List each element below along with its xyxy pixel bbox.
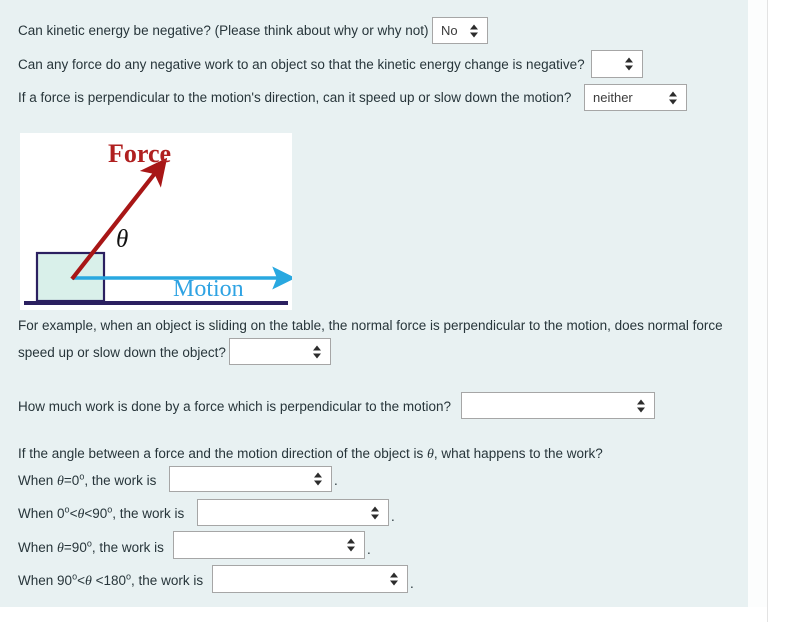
case-theta-0-condition: θ=0o xyxy=(57,471,85,489)
question-3-text: If a force is perpendicular to the motio… xyxy=(18,90,572,105)
angle-intro-symbol: θ xyxy=(427,447,434,462)
case-theta-0-period: . xyxy=(334,473,338,488)
angle-intro-prefix: If the angle between a force and the mot… xyxy=(18,446,428,461)
case-theta-0-90-select[interactable] xyxy=(197,499,389,526)
angle-label: θ xyxy=(116,226,128,253)
case-theta-0-90-period: . xyxy=(391,509,395,524)
chevron-updown-icon xyxy=(469,24,478,37)
panel-right-gutter xyxy=(748,0,767,607)
worksheet-page: Can kinetic energy be negative? (Please … xyxy=(0,0,800,622)
force-motion-diagram: Force Motion θ xyxy=(20,133,292,310)
chevron-updown-icon xyxy=(346,538,355,552)
case-lead-suffix: , the work is xyxy=(84,473,157,488)
chevron-updown-icon xyxy=(313,472,322,486)
case-lead-suffix: , the work is xyxy=(131,573,204,588)
chevron-updown-icon xyxy=(312,345,321,358)
case-lead-suffix: , the work is xyxy=(91,540,164,555)
force-label: Force xyxy=(108,139,171,168)
case-theta-90-180-period: . xyxy=(410,576,414,591)
example-select[interactable] xyxy=(229,338,331,365)
case-lead-suffix: , the work is xyxy=(112,506,185,521)
angle-intro-suffix: , what happens to the work? xyxy=(433,446,603,461)
scrollbar-edge-rule[interactable] xyxy=(767,0,768,622)
case-lead-prefix: When xyxy=(18,540,58,555)
chevron-updown-icon xyxy=(370,506,379,519)
question-1-text: Can kinetic energy be negative? (Please … xyxy=(18,23,429,38)
case-theta-90-180-label: When 90o<θ <180o, the work is xyxy=(18,572,203,590)
case-lead-prefix: When xyxy=(18,473,58,488)
question-1-select-value: No xyxy=(441,23,458,38)
case-theta-90-180-condition: 90o<θ <180o xyxy=(57,571,132,589)
case-theta-0-label: When θ=0o, the work is xyxy=(18,472,156,490)
motion-label: Motion xyxy=(173,276,244,302)
case-theta-0-select[interactable] xyxy=(169,466,332,492)
case-theta-90-condition: θ=90o xyxy=(57,538,92,556)
question-1-select[interactable]: No xyxy=(432,17,488,44)
case-lead-prefix: When xyxy=(18,573,58,588)
chevron-updown-icon xyxy=(624,57,633,71)
chevron-updown-icon xyxy=(389,572,398,586)
case-theta-0-90-label: When 0o<θ<90o, the work is xyxy=(18,505,184,523)
work-question-text: How much work is done by a force which i… xyxy=(18,399,451,414)
force-arrow xyxy=(70,157,168,281)
work-question-select[interactable] xyxy=(461,392,655,419)
question-3-select[interactable]: neither xyxy=(584,84,687,111)
question-2-select[interactable] xyxy=(591,50,643,78)
chevron-updown-icon xyxy=(668,91,677,104)
case-lead-prefix: When xyxy=(18,506,58,521)
question-3-select-value: neither xyxy=(593,90,633,105)
case-theta-90-period: . xyxy=(367,542,371,557)
chevron-updown-icon xyxy=(636,399,645,412)
case-theta-90-180-select[interactable] xyxy=(212,565,408,593)
case-theta-0-90-condition: 0o<θ<90o xyxy=(57,504,113,522)
angle-intro-text: If the angle between a force and the mot… xyxy=(18,445,603,463)
case-theta-90-select[interactable] xyxy=(173,531,365,559)
example-line-2: speed up or slow down the object? xyxy=(18,345,226,360)
question-2-text: Can any force do any negative work to an… xyxy=(18,57,585,72)
example-line-1: For example, when an object is sliding o… xyxy=(18,318,723,333)
case-theta-90-label: When θ=90o, the work is xyxy=(18,539,164,557)
